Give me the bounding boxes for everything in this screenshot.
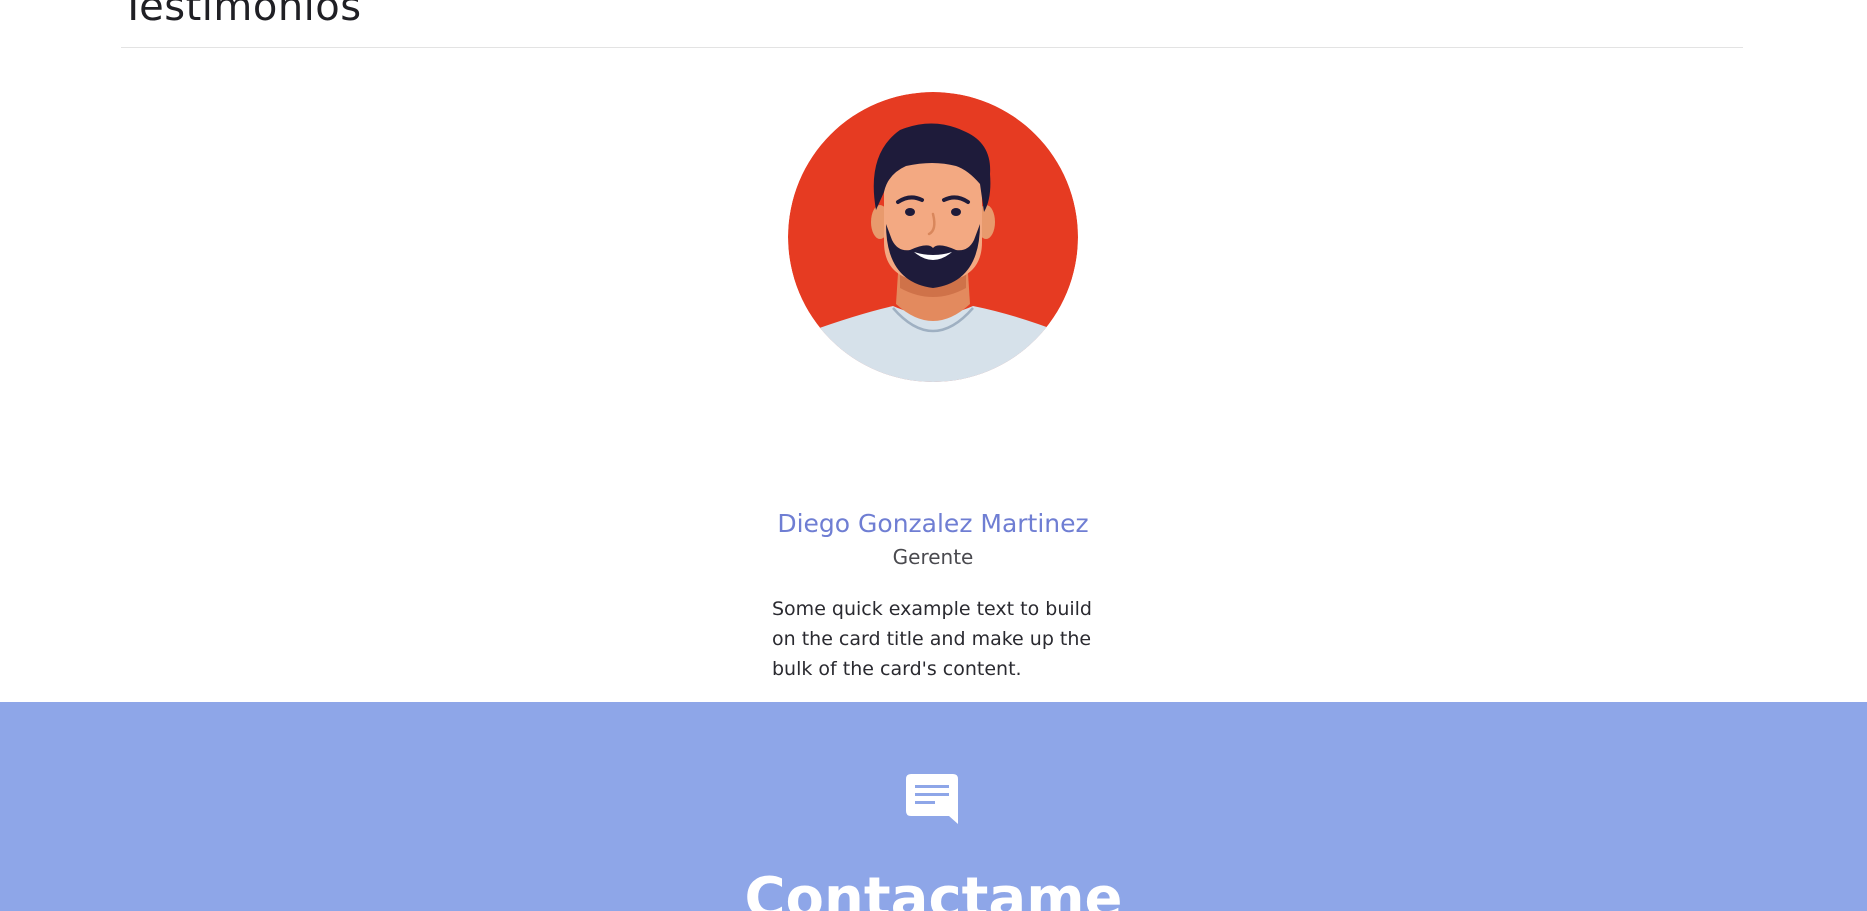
testimonial-text: Some quick example text to build on the … xyxy=(772,598,1092,680)
avatar-image xyxy=(788,92,1078,382)
testimonial-name: Diego Gonzalez Martinez xyxy=(777,509,1089,538)
contact-section: Contactame xyxy=(0,702,1867,911)
section-divider xyxy=(121,47,1743,48)
contact-title: Contactame xyxy=(744,866,1123,911)
page: Testimonios Diego Gonzalez Martinez Gere… xyxy=(0,0,1867,911)
section-title-testimonios: Testimonios xyxy=(121,0,362,30)
chat-bubble-icon xyxy=(906,774,958,824)
testimonial-role: Gerente xyxy=(892,545,974,569)
